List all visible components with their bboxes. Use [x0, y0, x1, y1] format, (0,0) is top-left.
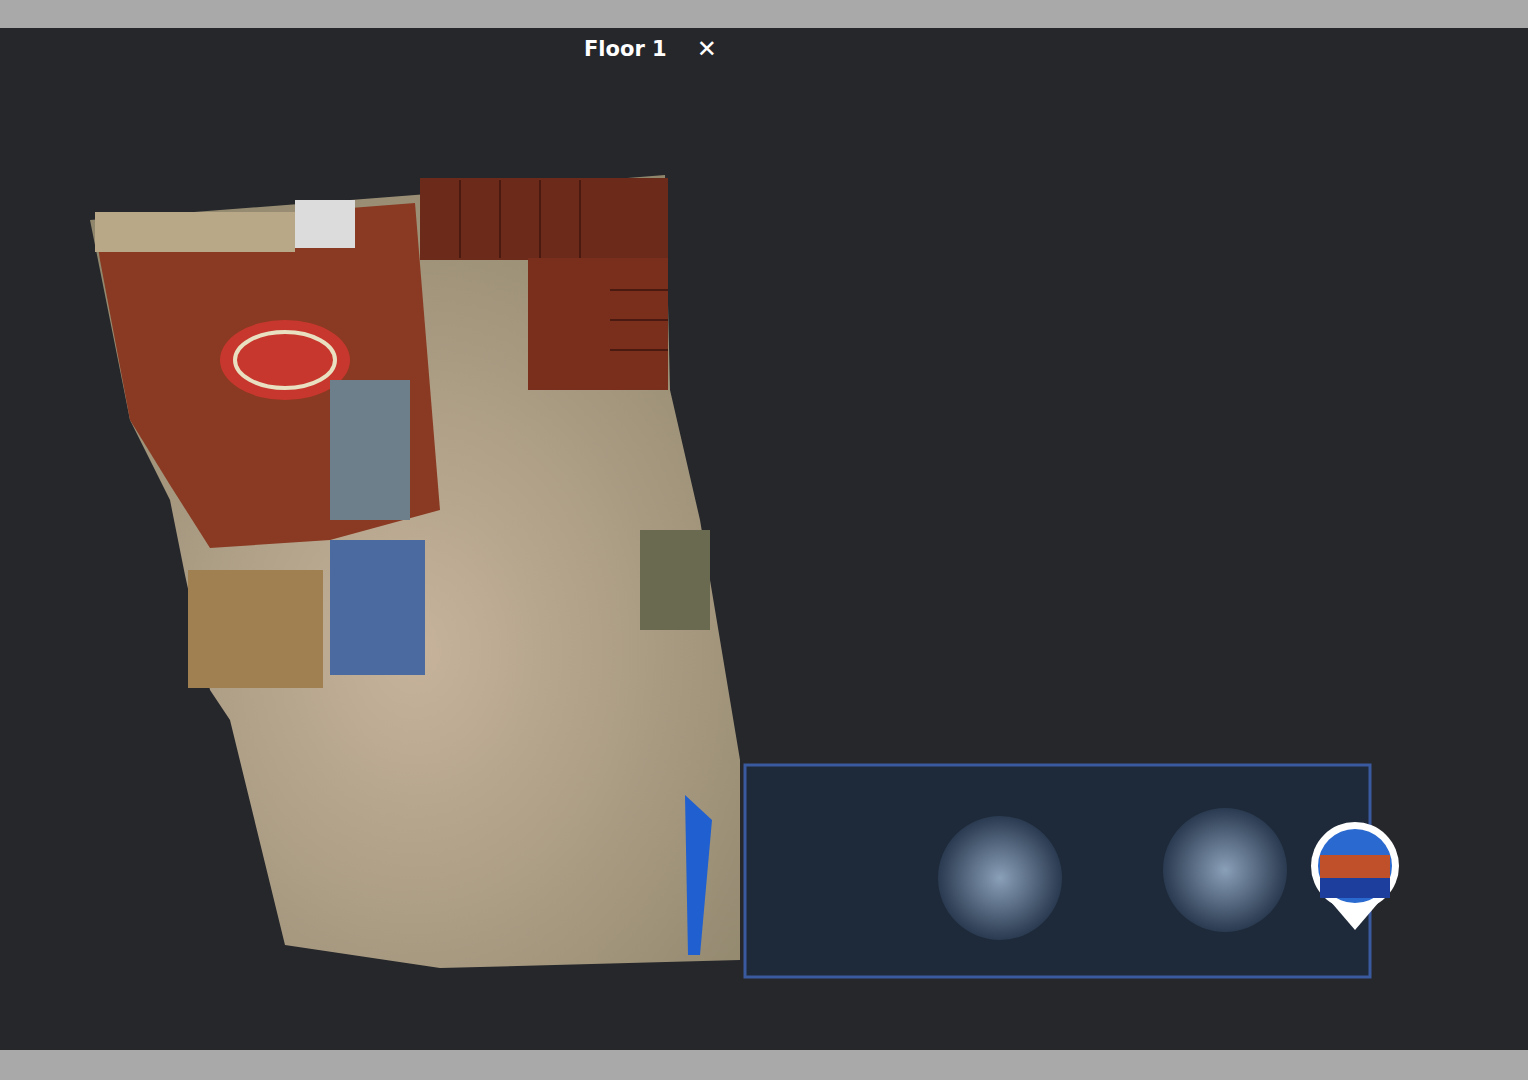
- floor-label: Floor 1: [584, 36, 667, 63]
- viewer-canvas[interactable]: Floor 1 ✕: [0, 28, 1528, 1050]
- bottom-bar: [0, 1050, 1528, 1080]
- floor-header: Floor 1 ✕: [584, 28, 1528, 63]
- close-button[interactable]: ✕: [693, 36, 721, 62]
- map-pin[interactable]: [1311, 822, 1399, 930]
- floor-plan: [0, 28, 1528, 1050]
- top-bar: [0, 0, 1528, 28]
